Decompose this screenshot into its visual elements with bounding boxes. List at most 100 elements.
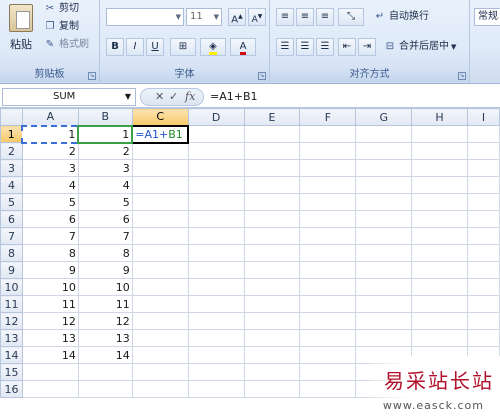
cell[interactable] <box>467 176 500 194</box>
cell[interactable] <box>243 261 301 279</box>
cell[interactable] <box>131 142 189 160</box>
row-header[interactable]: 14 <box>0 346 23 364</box>
row-header[interactable]: 8 <box>0 244 23 262</box>
cell[interactable] <box>411 261 468 279</box>
cell[interactable] <box>187 193 245 211</box>
cell[interactable] <box>187 210 245 228</box>
cell[interactable] <box>187 329 245 347</box>
cell-b[interactable]: 3 <box>77 159 133 177</box>
cell-a[interactable]: 8 <box>21 244 79 262</box>
cell[interactable] <box>355 329 413 347</box>
paste-button[interactable]: 粘贴 <box>6 4 36 64</box>
row-header[interactable]: 11 <box>0 295 23 313</box>
row-header[interactable]: 3 <box>0 159 23 177</box>
cell[interactable] <box>355 312 413 330</box>
wrap-text-button[interactable]: ↵ 自动换行 <box>374 8 429 26</box>
font-launcher-icon[interactable]: ↘ <box>258 72 266 80</box>
cell[interactable] <box>299 329 357 347</box>
cell[interactable] <box>355 261 413 279</box>
cell[interactable] <box>243 295 301 313</box>
row-header[interactable]: 7 <box>0 227 23 245</box>
cell[interactable] <box>131 312 189 330</box>
column-header[interactable]: A <box>21 108 79 126</box>
decrease-indent-button[interactable]: ⇤ <box>338 38 356 56</box>
cell-a[interactable]: 9 <box>21 261 79 279</box>
cell-b[interactable]: 4 <box>77 176 133 194</box>
cell[interactable] <box>187 346 245 364</box>
cell[interactable] <box>243 278 301 296</box>
cell-b[interactable]: 14 <box>77 346 133 364</box>
copy-button[interactable]: ❐ 复制 <box>44 18 79 36</box>
cell[interactable] <box>187 278 245 296</box>
cell[interactable] <box>187 142 245 160</box>
cell[interactable] <box>411 193 468 211</box>
format-painter-button[interactable]: ✎ 格式刷 <box>44 36 89 54</box>
cell[interactable] <box>467 159 500 177</box>
insert-function-icon[interactable]: fx <box>185 89 195 105</box>
cell[interactable] <box>355 244 413 262</box>
cell-a[interactable]: 1 <box>21 124 80 144</box>
cell[interactable] <box>355 159 413 177</box>
select-all-corner[interactable] <box>0 108 23 126</box>
column-header[interactable]: B <box>77 108 133 126</box>
align-top-button[interactable]: ≡ <box>276 8 294 26</box>
align-left-button[interactable]: ☰ <box>276 38 294 56</box>
row-header[interactable]: 6 <box>0 210 23 228</box>
cancel-icon[interactable]: ✕ <box>155 89 164 105</box>
cell[interactable] <box>131 159 189 177</box>
cell[interactable] <box>187 295 245 313</box>
cell[interactable] <box>131 380 189 398</box>
cell[interactable] <box>187 227 245 245</box>
cell-c1-editing[interactable]: =A1+B1 <box>131 124 190 144</box>
cell[interactable] <box>131 261 189 279</box>
clipboard-launcher-icon[interactable]: ↘ <box>88 72 96 80</box>
cell[interactable] <box>299 125 357 143</box>
shrink-font-button[interactable]: A▼ <box>248 8 266 26</box>
cell[interactable] <box>411 125 468 143</box>
italic-button[interactable]: I <box>126 38 144 56</box>
cell[interactable] <box>131 193 189 211</box>
align-center-button[interactable]: ☰ <box>296 38 314 56</box>
font-color-button[interactable]: A <box>230 38 256 56</box>
cell[interactable] <box>355 278 413 296</box>
merge-center-button[interactable]: ⊟ 合并后居中 ▼ <box>384 38 457 56</box>
cell[interactable] <box>243 142 301 160</box>
cell[interactable] <box>411 244 468 262</box>
cell[interactable] <box>355 142 413 160</box>
row-header[interactable]: 13 <box>0 329 23 347</box>
row-header[interactable]: 12 <box>0 312 23 330</box>
cell[interactable] <box>243 312 301 330</box>
cell[interactable] <box>467 278 500 296</box>
row-header[interactable]: 5 <box>0 193 23 211</box>
orientation-button[interactable]: ⤡ <box>338 8 364 26</box>
align-bottom-button[interactable]: ≡ <box>316 8 334 26</box>
cell[interactable] <box>411 295 468 313</box>
cut-button[interactable]: ✂ 剪切 <box>44 0 79 18</box>
chevron-down-icon[interactable]: ▼ <box>125 89 131 105</box>
cell[interactable] <box>187 380 245 398</box>
cell[interactable] <box>243 159 301 177</box>
cell-a[interactable]: 12 <box>21 312 79 330</box>
name-box[interactable]: SUM ▼ <box>2 88 136 106</box>
cell[interactable] <box>467 210 500 228</box>
column-header[interactable]: C <box>131 108 189 126</box>
cell-b[interactable]: 9 <box>77 261 133 279</box>
cell[interactable] <box>299 295 357 313</box>
cell[interactable] <box>467 193 500 211</box>
cell-a[interactable] <box>21 363 79 381</box>
cell-b[interactable]: 5 <box>77 193 133 211</box>
cell-b[interactable]: 12 <box>77 312 133 330</box>
row-header[interactable]: 4 <box>0 176 23 194</box>
cell[interactable] <box>243 346 301 364</box>
alignment-launcher-icon[interactable]: ↘ <box>458 72 466 80</box>
cell-a[interactable]: 2 <box>21 142 79 160</box>
cell[interactable] <box>299 346 357 364</box>
cell[interactable] <box>131 363 189 381</box>
cell[interactable] <box>187 312 245 330</box>
cell[interactable] <box>467 125 500 143</box>
cell[interactable] <box>355 176 413 194</box>
cell[interactable] <box>243 193 301 211</box>
cell[interactable] <box>467 227 500 245</box>
cell[interactable] <box>131 329 189 347</box>
cell[interactable] <box>299 380 357 398</box>
